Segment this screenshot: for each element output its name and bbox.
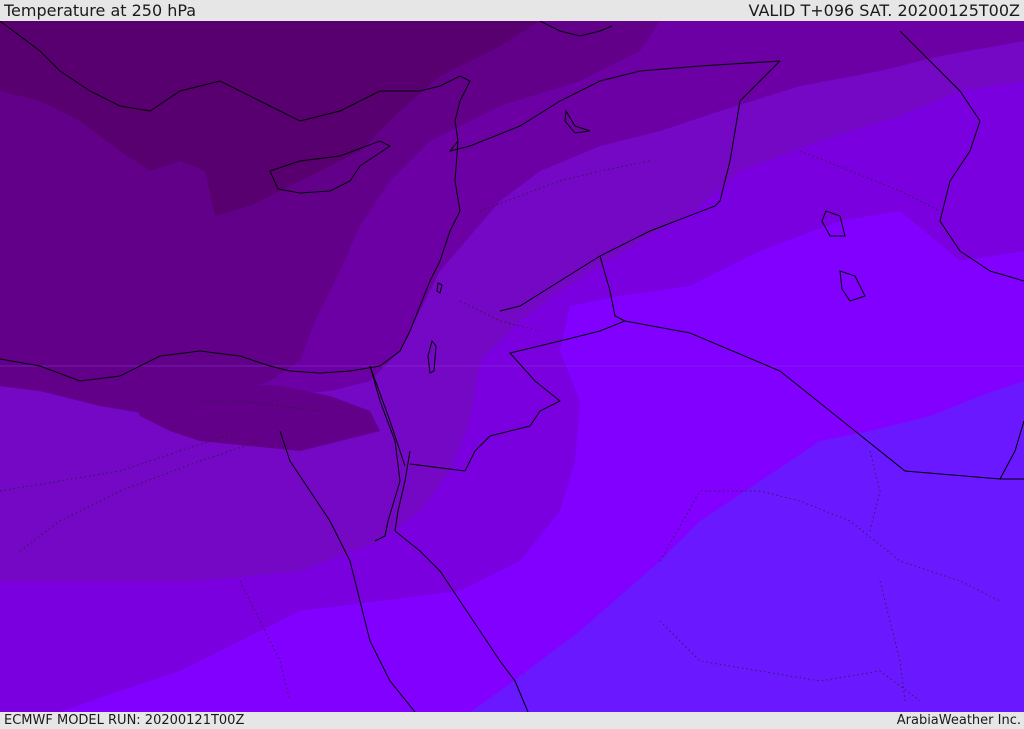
map-title: Temperature at 250 hPa xyxy=(4,1,197,20)
map-svg xyxy=(0,21,1024,712)
map-footer: ECMWF MODEL RUN: 20200121T00Z ArabiaWeat… xyxy=(0,712,1024,729)
credit-text: ArabiaWeather Inc. xyxy=(896,713,1021,728)
valid-time: VALID T+096 SAT. 20200125T00Z xyxy=(748,1,1020,20)
model-run: ECMWF MODEL RUN: 20200121T00Z xyxy=(4,713,245,728)
map-header: Temperature at 250 hPa VALID T+096 SAT. … xyxy=(0,0,1024,21)
temperature-map xyxy=(0,21,1024,712)
